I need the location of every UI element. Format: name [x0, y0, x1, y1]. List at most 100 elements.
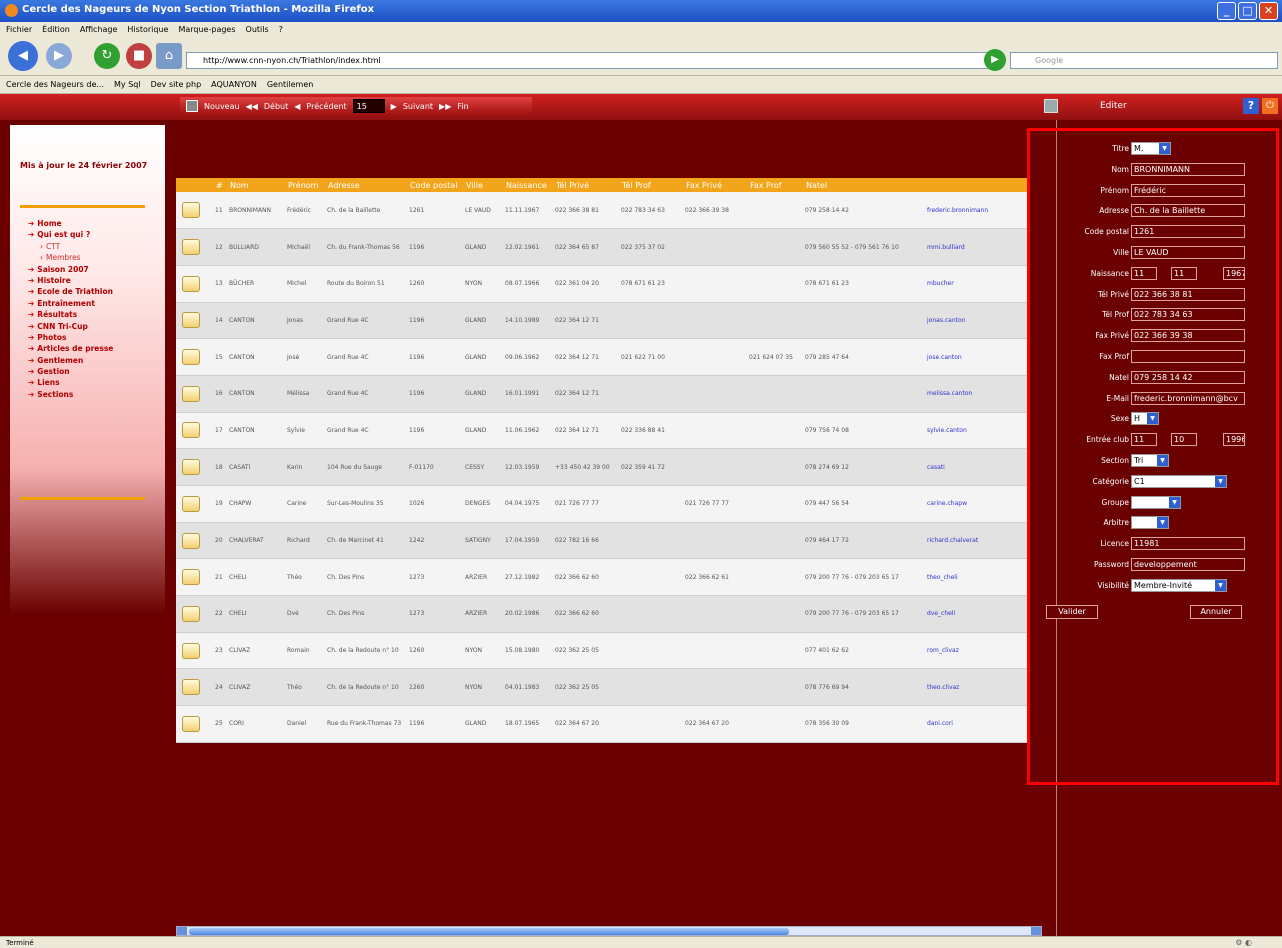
menu-bookmarks[interactable]: Marque-pages: [178, 25, 235, 35]
column-header[interactable]: Nom: [226, 178, 284, 192]
table-row[interactable]: 17 CANTON Sylvie Grand Rue 4C 1196 GLAND 11.06…: [176, 412, 1028, 450]
table-row[interactable]: 20 CHALVERAT Richard Ch. de Marcinet 41 1242…: [176, 522, 1028, 560]
menu-view[interactable]: Affichage: [80, 25, 118, 35]
row-select-cell[interactable]: [176, 412, 212, 450]
sidebar-item[interactable]: ➔ CNN Tri-Cup: [28, 322, 113, 333]
column-header[interactable]: Natel: [802, 178, 924, 192]
table-row[interactable]: 21 CHELI Théo Ch. Des Pins 1273 ARZIER 27.12.1…: [176, 558, 1028, 597]
minimize-button[interactable]: _: [1217, 2, 1236, 20]
folder-icon[interactable]: [182, 385, 200, 402]
row-select-cell[interactable]: [176, 375, 212, 413]
folder-icon[interactable]: [182, 459, 200, 476]
row-select-cell[interactable]: [176, 265, 212, 303]
folder-icon[interactable]: [182, 642, 200, 659]
email-link[interactable]: mbucher: [924, 265, 1028, 303]
table-row[interactable]: 24 CLIVAZ Théo Ch. de la Redoute n° 10 1260 N…: [176, 668, 1028, 707]
stop-button[interactable]: ■: [126, 43, 152, 69]
bookmark-item[interactable]: Gentilemen: [267, 80, 313, 89]
column-header[interactable]: Naissance: [502, 178, 552, 192]
edit-label[interactable]: Editer: [1100, 101, 1127, 111]
email-link[interactable]: richard.chalverat: [924, 522, 1028, 560]
table-row[interactable]: 11 BRONNIMANN Frédéric Ch. de la Baillette 1…: [176, 192, 1028, 230]
search-input[interactable]: Google: [1010, 52, 1278, 69]
folder-icon[interactable]: [182, 495, 200, 512]
sidebar-item[interactable]: › Membres: [28, 253, 113, 264]
folder-icon[interactable]: [182, 275, 200, 292]
table-row[interactable]: 25 CORI Daniel Rue du Frank-Thomas 73 1196 GL…: [176, 705, 1028, 743]
close-button[interactable]: ✕: [1259, 2, 1278, 20]
email-link[interactable]: theo_cheli: [924, 558, 1028, 597]
table-row[interactable]: 18 CASATI Karin 104 Rue du Sauge F-01170 CESS…: [176, 448, 1028, 486]
row-select-cell[interactable]: [176, 558, 212, 597]
sidebar-item[interactable]: ➔ Gentlemen: [28, 356, 113, 367]
sidebar-item[interactable]: ➔ Qui est qui ?: [28, 230, 113, 241]
folder-icon[interactable]: [182, 349, 200, 366]
scroll-left-button[interactable]: [177, 927, 187, 935]
home-button[interactable]: ⌂: [156, 43, 182, 69]
email-link[interactable]: mmi.bulliard: [924, 228, 1028, 266]
table-row[interactable]: 19 CHAPW Carine Sur-Les-Moulins 35 1026 DENGE…: [176, 485, 1028, 523]
email-link[interactable]: carine.chapw: [924, 485, 1028, 523]
folder-icon[interactable]: [182, 679, 200, 696]
scroll-right-button[interactable]: [1031, 927, 1041, 935]
bookmark-item[interactable]: Cercle des Nageurs de...: [6, 80, 104, 89]
folder-icon[interactable]: [182, 569, 200, 586]
sidebar-item[interactable]: ➔ Résultats: [28, 310, 113, 321]
email-link[interactable]: sylvie.canton: [924, 412, 1028, 450]
column-header[interactable]: Prénom: [284, 178, 324, 192]
sidebar-item[interactable]: ➔ Gestion: [28, 367, 113, 378]
bookmark-item[interactable]: AQUANYON: [211, 80, 257, 89]
sidebar-item[interactable]: ➔ Histoire: [28, 276, 113, 287]
table-row[interactable]: 15 CANTON José Grand Rue 4C 1196 GLAND 09.06.1…: [176, 338, 1028, 376]
sidebar-item[interactable]: › CTT: [28, 242, 113, 253]
table-row[interactable]: 12 BULLIARD Michaël Ch. du Frank-Thomas 56 1…: [176, 228, 1028, 266]
new-record-icon[interactable]: [186, 100, 198, 112]
sidebar-item[interactable]: ➔ Home: [28, 219, 113, 230]
sidebar-item[interactable]: ➔ Liens: [28, 378, 113, 389]
email-link[interactable]: dve_cheli: [924, 595, 1028, 633]
folder-icon[interactable]: [182, 422, 200, 439]
go-button[interactable]: ▶: [984, 49, 1006, 71]
folder-icon[interactable]: [182, 239, 200, 256]
maximize-button[interactable]: □: [1238, 2, 1257, 20]
column-header[interactable]: Code postal: [406, 178, 462, 192]
bookmark-item[interactable]: My Sql: [114, 80, 141, 89]
column-header[interactable]: Fax Privé: [682, 178, 746, 192]
edit-icon[interactable]: [1044, 99, 1058, 113]
sidebar-item[interactable]: ➔ Saison 2007: [28, 265, 113, 276]
email-link[interactable]: melissa.canton: [924, 375, 1028, 413]
column-header[interactable]: Ville: [462, 178, 502, 192]
row-select-cell[interactable]: [176, 192, 212, 230]
back-button[interactable]: ◀: [8, 41, 38, 71]
horizontal-scrollbar[interactable]: [176, 926, 1042, 936]
sidebar-item[interactable]: ➔ Ecole de Triathlon: [28, 287, 113, 298]
next-icon[interactable]: ▶: [391, 102, 397, 111]
email-link[interactable]: frederic.bronnimann: [924, 192, 1028, 230]
help-button[interactable]: ?: [1243, 98, 1259, 114]
row-select-cell[interactable]: [176, 485, 212, 523]
table-row[interactable]: 14 CANTON Jonas Grand Rue 4C 1196 GLAND 14.10.…: [176, 302, 1028, 340]
url-input[interactable]: http://www.cnn-nyon.ch/Triathlon/index.h…: [186, 52, 1000, 69]
row-select-cell[interactable]: [176, 302, 212, 340]
folder-icon[interactable]: [182, 715, 200, 732]
forward-button[interactable]: ▶: [46, 43, 72, 69]
row-select-cell[interactable]: [176, 595, 212, 633]
table-row[interactable]: 23 CLIVAZ Romain Ch. de la Redoute n° 10 126…: [176, 632, 1028, 670]
page-size-input[interactable]: 15: [352, 99, 385, 113]
menu-edit[interactable]: Édition: [42, 25, 70, 35]
row-select-cell[interactable]: [176, 705, 212, 743]
next-button[interactable]: Suivant: [403, 102, 433, 111]
folder-icon[interactable]: [182, 312, 200, 329]
email-link[interactable]: dani.cori: [924, 705, 1028, 743]
sidebar-item[interactable]: ➔ Articles de presse: [28, 344, 113, 355]
bookmark-item[interactable]: Dev site php: [151, 80, 202, 89]
first-icon[interactable]: ◀◀: [246, 102, 258, 111]
row-select-cell[interactable]: [176, 228, 212, 266]
sidebar-item[interactable]: ➔ Photos: [28, 333, 113, 344]
email-link[interactable]: theo.clivaz: [924, 668, 1028, 707]
menu-history[interactable]: Historique: [127, 25, 168, 35]
first-button[interactable]: Début: [264, 102, 288, 111]
row-select-cell[interactable]: [176, 448, 212, 486]
column-header[interactable]: Tél Privé: [552, 178, 618, 192]
column-header[interactable]: Adresse: [324, 178, 406, 192]
